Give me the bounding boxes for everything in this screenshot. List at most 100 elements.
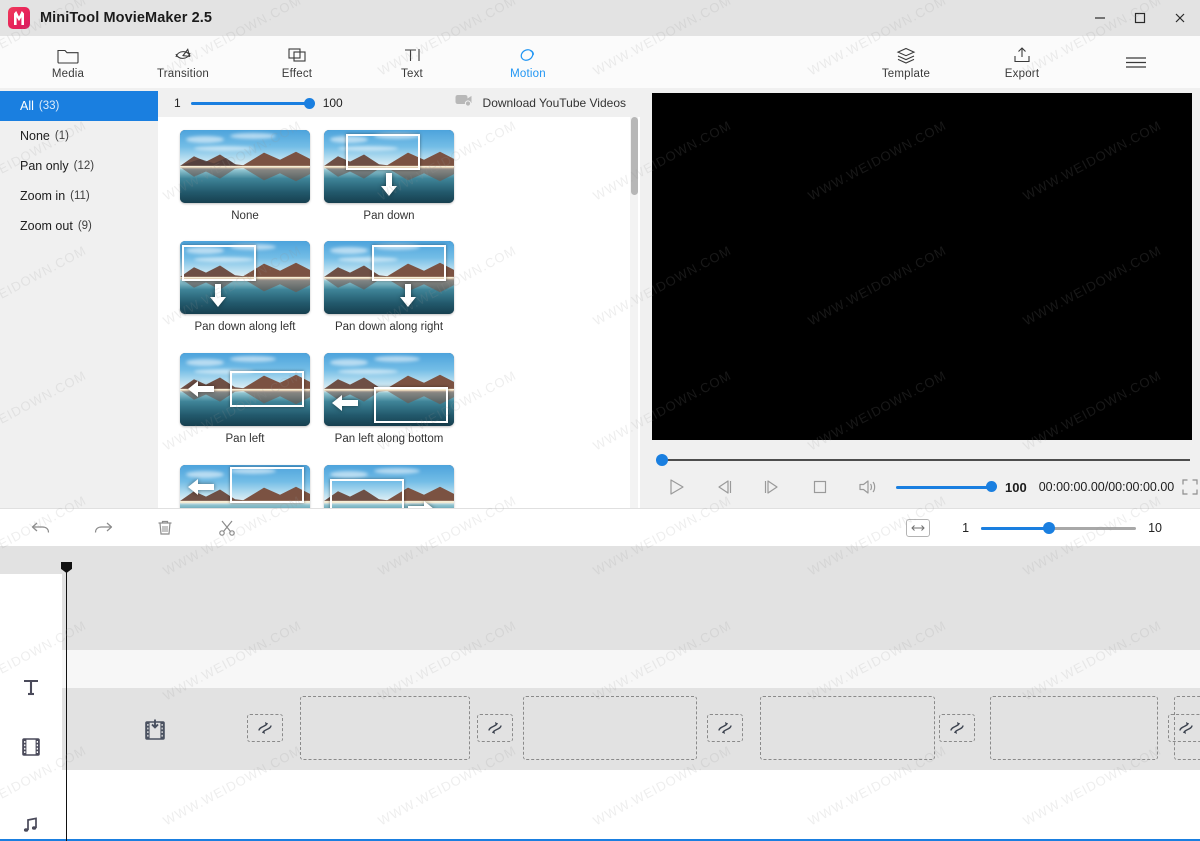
motion-direction-arrow [188,379,214,399]
tab-export[interactable]: Export [992,36,1052,88]
transition-slot[interactable] [707,714,743,742]
motion-frame-box [330,479,404,508]
audio-track-header[interactable] [0,806,62,841]
motion-frame-box [230,467,304,503]
video-preview-screen[interactable] [652,93,1192,440]
close-icon[interactable] [1160,0,1200,36]
volume-slider[interactable] [896,480,997,494]
add-media-film-icon[interactable] [142,718,168,747]
zoom-slider-knob[interactable] [1043,522,1056,534]
minimize-icon[interactable] [1080,0,1120,36]
motion-item-partial-left[interactable] [180,465,310,508]
delete-button[interactable] [134,509,196,547]
motion-item-pan-down-along-right[interactable]: Pan down along right [324,241,454,333]
category-item-pan-only[interactable]: Pan only (12) [0,151,158,181]
text-track-header[interactable] [0,668,62,706]
redo-button[interactable] [72,509,134,547]
tab-effect[interactable]: Effect [268,36,326,88]
duration-min-label: 1 [174,95,181,110]
tab-transition[interactable]: Transition [143,36,223,88]
category-item-all[interactable]: All (33) [0,91,158,121]
video-track-lane[interactable] [62,688,1200,770]
template-icon [894,45,918,65]
progress-knob[interactable] [656,454,668,466]
video-track-header[interactable] [0,706,62,788]
clip-slot[interactable] [990,696,1158,760]
motion-frame-box [230,371,304,407]
motion-effects-grid[interactable]: None Pan down Pan down along left Pan do… [158,117,640,508]
maximize-icon[interactable] [1120,0,1160,36]
split-button[interactable] [196,509,258,547]
undo-button[interactable] [10,509,72,547]
play-button[interactable] [652,470,700,504]
fullscreen-icon[interactable] [1182,479,1198,495]
timeline-playhead[interactable] [66,564,67,841]
category-item-zoom-in[interactable]: Zoom in (11) [0,181,158,211]
motion-direction-arrow [332,393,358,413]
motion-frame-box [372,245,446,281]
motion-panel-scrollbar-thumb[interactable] [631,117,638,195]
transition-slot[interactable] [939,714,975,742]
main-toolbar: Media Transition Effect Text Motion Temp… [0,36,1200,89]
motion-thumbnail [324,465,454,508]
motion-item-pan-down[interactable]: Pan down [324,130,454,222]
tab-text[interactable]: Text [384,36,440,88]
transition-icon [171,45,195,65]
motion-frame-box [374,387,448,423]
timeline-band-upper[interactable] [62,574,1200,650]
duration-slider-knob[interactable] [303,97,315,109]
motion-item-label: Pan left [225,433,265,445]
tab-export-label: Export [1004,67,1040,80]
tab-effect-label: Effect [281,67,313,80]
text-track-lane[interactable] [62,650,1200,688]
transition-slot[interactable] [247,714,283,742]
app-window: MiniTool MovieMaker 2.5 Media Transition… [0,0,1200,841]
duration-slider[interactable] [190,96,315,110]
volume-button[interactable] [844,470,892,504]
motion-panel: 1 100 Download YouTube Videos None Pan d… [158,88,641,508]
transition-slot[interactable] [477,714,513,742]
film-track-icon [20,737,42,757]
tab-motion[interactable]: Motion [498,36,558,88]
music-note-icon [22,816,40,834]
tab-media[interactable]: Media [40,36,96,88]
export-icon [1010,45,1034,65]
motion-item-none[interactable]: None [180,130,310,222]
category-label: All [20,99,34,113]
playback-progress-slider[interactable] [652,453,1192,467]
tab-transition-label: Transition [156,67,210,80]
progress-track [660,459,1190,461]
transition-slot[interactable] [1168,714,1200,742]
tab-template[interactable]: Template [868,36,944,88]
audio-track-lane[interactable] [62,770,1200,841]
duration-slider-track [190,101,313,105]
timecode-display: 00:00:00.00/00:00:00.00 [1038,480,1175,494]
motion-panel-scrollbar[interactable] [630,117,638,508]
stop-button[interactable] [796,470,844,504]
motion-direction-arrow [208,284,228,308]
category-count: (1) [54,130,69,142]
motion-item-label: Pan down [363,210,415,222]
fit-to-timeline-icon[interactable] [906,519,931,537]
clip-slot[interactable] [300,696,470,760]
category-item-none[interactable]: None (1) [0,121,158,151]
download-youtube-videos-button[interactable]: Download YouTube Videos [455,88,626,117]
timeline-ruler[interactable] [0,546,1200,575]
motion-item-partial-right[interactable] [324,465,454,508]
preview-panel: 100 00:00:00.00/00:00:00.00 [640,88,1200,508]
folder-icon [56,45,80,65]
timeline-zoom-slider[interactable] [981,521,1137,535]
clip-slot[interactable] [523,696,697,760]
motion-icon [516,45,540,65]
next-frame-button[interactable] [748,470,796,504]
hamburger-menu-icon[interactable] [1118,36,1154,88]
motion-item-pan-left[interactable]: Pan left [180,353,310,445]
category-count: (11) [70,190,90,202]
category-item-zoom-out[interactable]: Zoom out (9) [0,211,158,241]
motion-category-list: All (33) None (1) Pan only (12) Zoom in … [0,88,159,508]
volume-slider-knob[interactable] [986,481,997,492]
motion-item-pan-left-along-bottom[interactable]: Pan left along bottom [324,353,454,445]
motion-item-pan-down-along-left[interactable]: Pan down along left [180,241,310,333]
clip-slot[interactable] [760,696,935,760]
previous-frame-button[interactable] [700,470,748,504]
